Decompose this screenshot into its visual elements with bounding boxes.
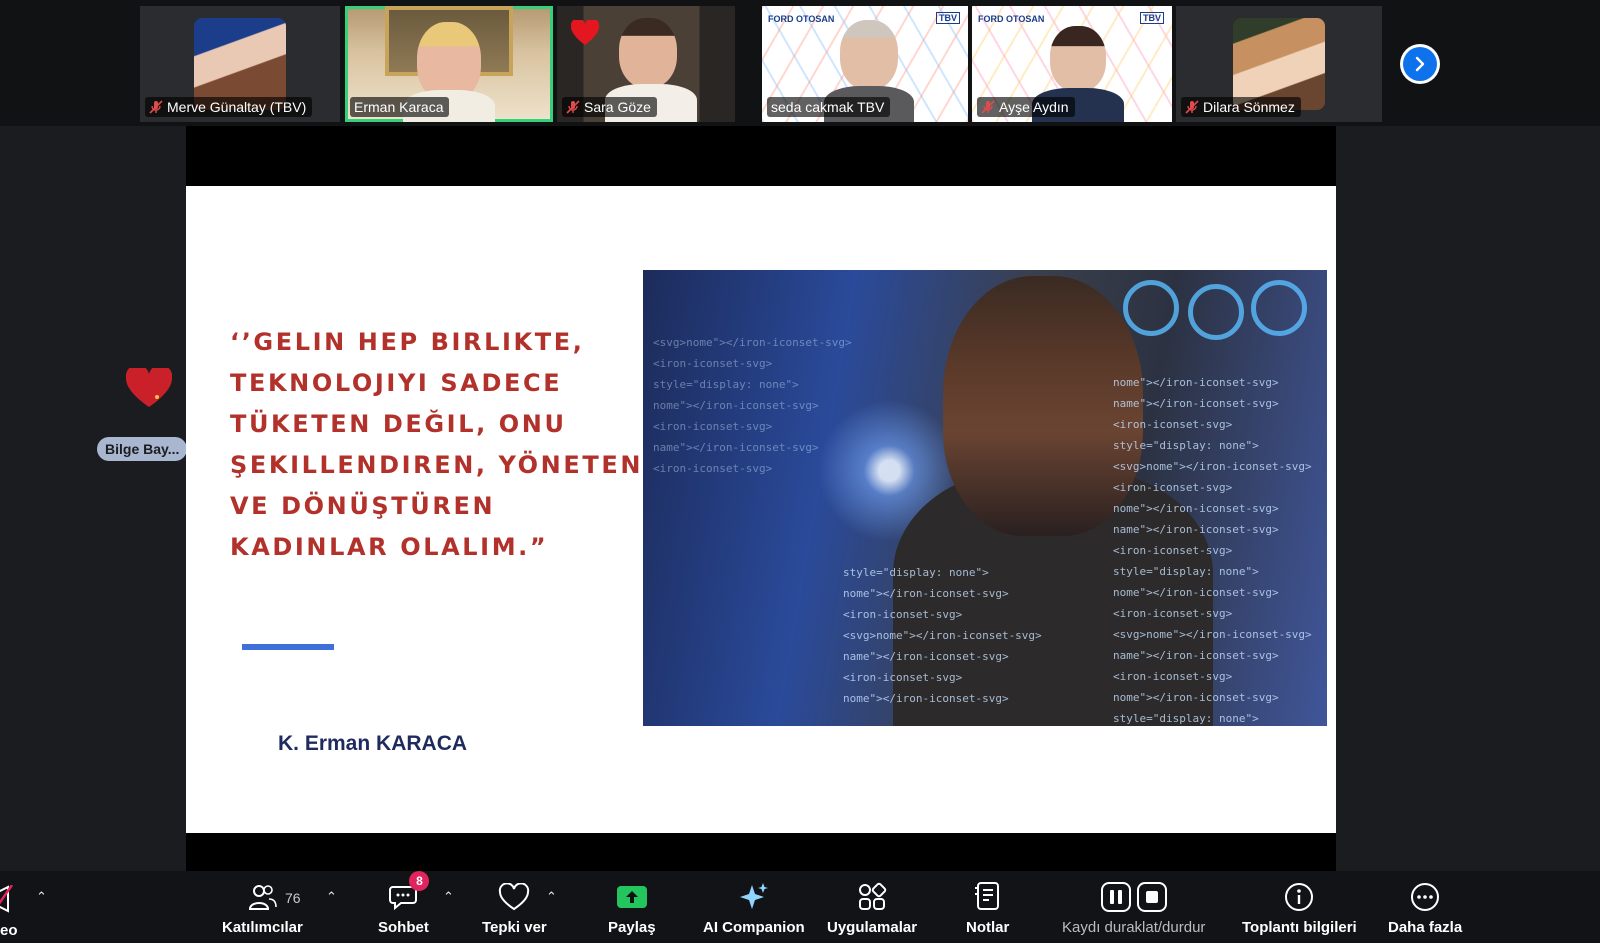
avatar: [1050, 26, 1106, 92]
share-label: Paylaş: [608, 919, 656, 936]
notes-icon: [974, 879, 1002, 915]
video-off-icon: [0, 885, 14, 913]
meeting-window: Merve Günaltay (TBV) Erman Karaca Sara G…: [0, 0, 1600, 943]
participant-name-tag: Dilara Sönmez: [1181, 97, 1301, 117]
meeting-toolbar: eo ⌃ Katılımcılar 76 ⌃ 8 Sohbet ⌃ Tepki …: [0, 871, 1600, 943]
brand-logo: FORD OTOSAN: [768, 14, 835, 24]
shared-screen: ‘’GELIN HEP BIRLIKTE, TEKNOLOJIYI SADECE…: [186, 126, 1336, 871]
mic-off-icon: [149, 100, 163, 114]
stop-recording-icon[interactable]: [1136, 882, 1167, 912]
next-page-button[interactable]: [1400, 44, 1440, 84]
avatar: [840, 20, 898, 90]
reactions-button[interactable]: Tepki ver: [482, 879, 547, 936]
participant-name-tag: Erman Karaca: [350, 97, 450, 117]
share-button[interactable]: Paylaş: [608, 879, 656, 936]
participant-count: 76: [285, 890, 301, 906]
ai-companion-label: AI Companion: [703, 919, 805, 936]
notes-button[interactable]: Notlar: [966, 879, 1009, 936]
code-overlay-center: style="display: none"> nome"></iron-icons…: [843, 566, 1042, 705]
video-options-caret[interactable]: ⌃: [36, 889, 47, 905]
quote-line: KADINLAR OLALIM.”: [230, 533, 549, 561]
org-logo: TBV: [1140, 12, 1164, 24]
org-logo: TBV: [936, 12, 960, 24]
reaction-sender-name: Bilge Bay...: [97, 437, 188, 461]
mic-off-icon: [981, 100, 995, 114]
participant-tile[interactable]: Dilara Sönmez: [1176, 6, 1382, 122]
record-label: Kaydı duraklat/durdur: [1062, 919, 1206, 936]
hud-ring: [1123, 280, 1179, 336]
participant-name: Erman Karaca: [354, 99, 444, 115]
more-button[interactable]: Daha fazla: [1388, 879, 1462, 936]
accent-divider: [242, 644, 334, 650]
heart-reaction-icon: [571, 20, 599, 45]
participant-name-tag: seda cakmak TBV: [767, 97, 891, 117]
participant-name: Ayşe Aydın: [999, 99, 1069, 115]
unread-badge: 8: [409, 871, 430, 891]
apps-button[interactable]: Uygulamalar: [827, 879, 917, 936]
participants-button[interactable]: Katılımcılar: [222, 879, 303, 936]
mic-off-icon: [566, 100, 580, 114]
quote-line: TÜKETEN DEĞIL, ONU: [230, 410, 567, 438]
apps-label: Uygulamalar: [827, 919, 918, 936]
participant-name: Merve Günaltay (TBV): [167, 99, 307, 115]
participant-name-tag: Ayşe Aydın: [977, 97, 1075, 117]
record-controls-icons: [1100, 879, 1167, 915]
chat-icon: 8: [389, 871, 430, 915]
avatar: [619, 18, 677, 88]
slide-quote: ‘’GELIN HEP BIRLIKTE, TEKNOLOJIYI SADECE…: [230, 322, 650, 568]
brand-logo: FORD OTOSAN: [978, 14, 1045, 24]
reactions-label: Tepki ver: [482, 919, 547, 936]
participant-name: seda cakmak TBV: [771, 99, 885, 115]
more-icon: [1410, 879, 1440, 915]
meeting-info-button[interactable]: Toplantı bilgileri: [1242, 879, 1357, 936]
video-button-partial[interactable]: eo: [0, 883, 40, 941]
code-overlay-left: <svg>nome"></iron-iconset-svg> <iron-icon…: [653, 336, 852, 475]
participant-tile-active-speaker[interactable]: Erman Karaca: [345, 6, 553, 122]
record-controls[interactable]: Kaydı duraklat/durdur: [1062, 879, 1205, 936]
pause-recording-icon[interactable]: [1100, 882, 1131, 912]
participant-name: Dilara Sönmez: [1203, 99, 1295, 115]
participant-tile[interactable]: FORD OTOSAN TBV seda cakmak TBV: [762, 6, 968, 122]
notes-label: Notlar: [966, 919, 1010, 936]
reactions-options-caret[interactable]: ⌃: [546, 889, 557, 905]
heart-outline-icon: [498, 879, 530, 915]
chat-button[interactable]: 8 Sohbet: [378, 871, 430, 936]
code-overlay-right: nome"></iron-iconset-svg> name"></iron-ic…: [1113, 376, 1312, 725]
participant-tile[interactable]: Sara Göze: [557, 6, 735, 122]
apps-icon: [857, 879, 887, 915]
participant-tile[interactable]: FORD OTOSAN TBV Ayşe Aydın: [972, 6, 1172, 122]
participant-name-tag: Sara Göze: [562, 97, 657, 117]
participants-icon: [247, 879, 278, 915]
ai-companion-button[interactable]: AI Companion: [703, 879, 805, 936]
presentation-slide: ‘’GELIN HEP BIRLIKTE, TEKNOLOJIYI SADECE…: [186, 186, 1336, 833]
mic-off-icon: [1185, 100, 1199, 114]
info-icon: [1284, 879, 1314, 915]
chat-label: Sohbet: [378, 919, 429, 936]
participants-label: Katılımcılar: [222, 919, 303, 936]
participant-name-tag: Merve Günaltay (TBV): [145, 97, 313, 117]
heart-reaction-icon: [126, 368, 172, 407]
sparkle-icon: [738, 879, 770, 915]
quote-line: VE DÖNÜŞTÜREN: [230, 492, 496, 520]
participant-tile[interactable]: Merve Günaltay (TBV): [140, 6, 340, 122]
hud-ring: [1251, 280, 1307, 336]
participants-options-caret[interactable]: ⌃: [326, 889, 337, 905]
chevron-right-icon: [1403, 47, 1437, 81]
participant-strip: Merve Günaltay (TBV) Erman Karaca Sara G…: [0, 0, 1600, 126]
meeting-info-label: Toplantı bilgileri: [1242, 919, 1357, 936]
video-button-label: eo: [0, 922, 18, 939]
chat-options-caret[interactable]: ⌃: [443, 889, 454, 905]
slide-author: K. Erman KARACA: [278, 732, 468, 755]
more-label: Daha fazla: [1388, 919, 1463, 936]
share-screen-icon: [616, 879, 648, 915]
quote-line: TEKNOLOJIYI SADECE: [230, 369, 563, 397]
quote-line: ‘’GELIN HEP BIRLIKTE,: [230, 328, 585, 356]
participant-name: Sara Göze: [584, 99, 651, 115]
slide-photo: <svg>nome"></iron-iconset-svg> <iron-icon…: [643, 270, 1327, 726]
quote-line: ŞEKILLENDIREN, YÖNETEN: [230, 451, 644, 479]
